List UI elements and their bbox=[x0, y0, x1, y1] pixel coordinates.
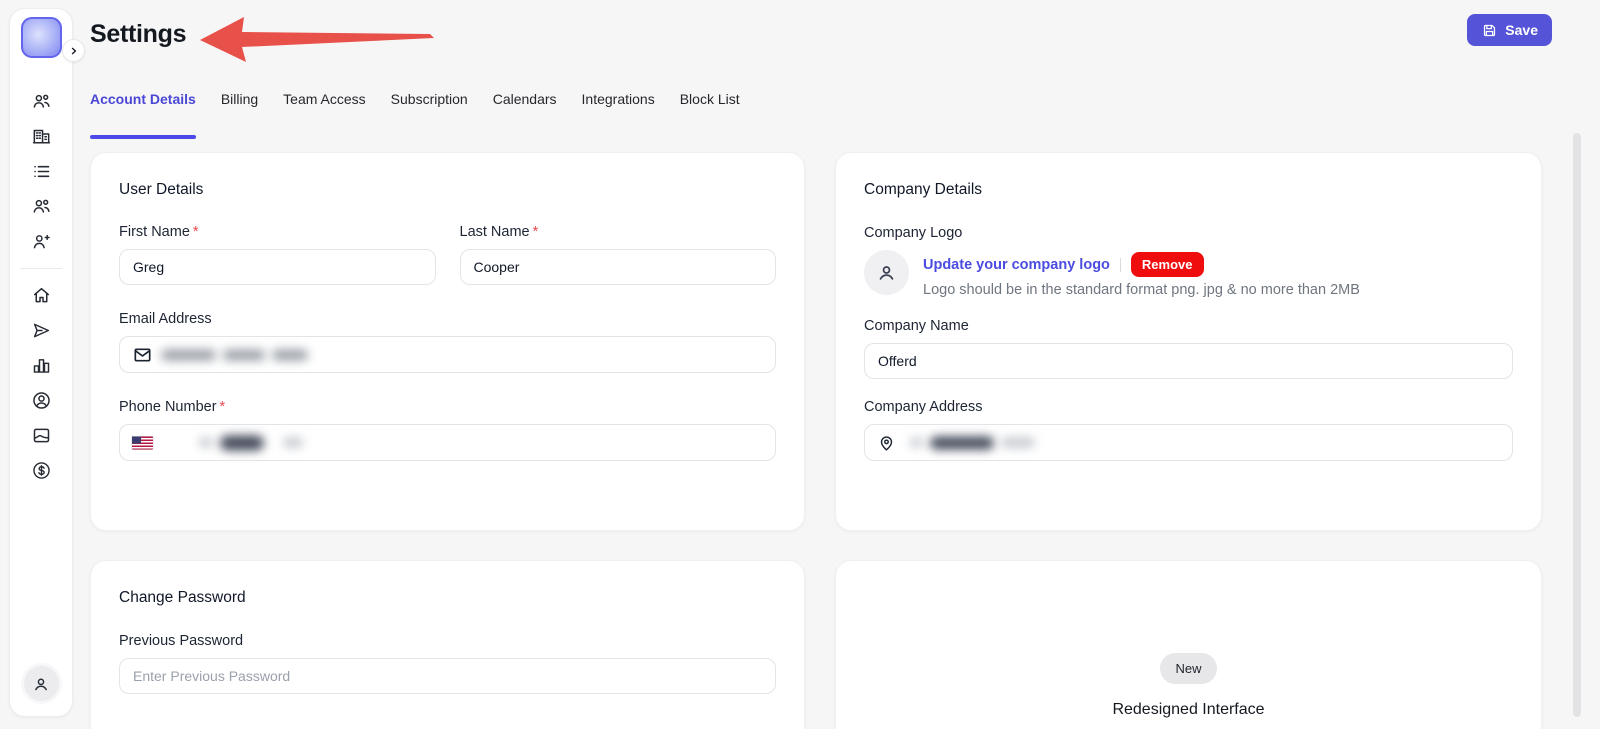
phone-label: Phone Number* bbox=[119, 399, 776, 415]
first-name-label: First Name* bbox=[119, 224, 436, 240]
update-company-logo-link[interactable]: Update your company logo bbox=[923, 257, 1110, 273]
app-logo[interactable] bbox=[21, 17, 62, 58]
sidebar-item-home[interactable] bbox=[10, 278, 72, 313]
company-details-card: Company Details Company Logo Update your… bbox=[835, 152, 1542, 531]
home-icon bbox=[31, 285, 52, 306]
sidebar-item-company[interactable] bbox=[10, 119, 72, 154]
sidebar-item-account[interactable] bbox=[10, 383, 72, 418]
announcement-card: New Redesigned Interface bbox=[835, 560, 1542, 729]
sidebar-item-send[interactable] bbox=[10, 313, 72, 348]
settings-tabs: Account Details Billing Team Access Subs… bbox=[90, 91, 740, 121]
tab-subscription[interactable]: Subscription bbox=[391, 91, 468, 121]
company-name-input[interactable] bbox=[864, 343, 1513, 379]
sidebar bbox=[9, 8, 73, 717]
last-name-label: Last Name* bbox=[460, 224, 777, 240]
company-logo-placeholder bbox=[864, 250, 909, 295]
user-avatar[interactable] bbox=[24, 666, 59, 701]
account-icon bbox=[31, 390, 52, 411]
logo-hint-text: Logo should be in the standard format pn… bbox=[923, 282, 1360, 298]
location-pin-icon bbox=[877, 433, 896, 452]
sidebar-item-add-person[interactable] bbox=[10, 224, 72, 259]
team-icon bbox=[31, 196, 52, 217]
last-name-input[interactable] bbox=[460, 249, 777, 285]
page-title: Settings bbox=[90, 20, 186, 49]
previous-password-label: Previous Password bbox=[119, 633, 776, 649]
company-details-title: Company Details bbox=[864, 181, 1513, 199]
save-button[interactable]: Save bbox=[1467, 14, 1552, 46]
contacts-icon bbox=[31, 91, 52, 112]
tab-block-list[interactable]: Block List bbox=[680, 91, 740, 121]
company-logo-row: Update your company logo Remove Logo sho… bbox=[864, 250, 1513, 298]
send-icon bbox=[31, 320, 52, 341]
save-button-label: Save bbox=[1505, 22, 1538, 38]
add-person-icon bbox=[31, 231, 52, 252]
company-address-field[interactable] bbox=[864, 424, 1513, 461]
sidebar-item-analytics[interactable] bbox=[10, 348, 72, 383]
person-icon bbox=[875, 261, 898, 284]
us-flag-icon bbox=[132, 436, 153, 449]
billing-icon bbox=[31, 460, 52, 481]
redacted-phone-value bbox=[199, 435, 303, 450]
sidebar-item-team[interactable] bbox=[10, 189, 72, 224]
tab-billing[interactable]: Billing bbox=[221, 91, 258, 121]
change-password-title: Change Password bbox=[119, 589, 776, 607]
new-badge: New bbox=[1160, 653, 1216, 684]
chart-icon bbox=[31, 355, 52, 376]
vertical-divider bbox=[1120, 258, 1121, 272]
person-icon bbox=[31, 674, 51, 694]
company-name-label: Company Name bbox=[864, 318, 1513, 334]
tab-calendars[interactable]: Calendars bbox=[493, 91, 557, 121]
tab-account-details[interactable]: Account Details bbox=[90, 91, 196, 121]
email-field[interactable] bbox=[119, 336, 776, 373]
tab-team-access[interactable]: Team Access bbox=[283, 91, 365, 121]
user-details-title: User Details bbox=[119, 181, 776, 199]
redacted-address-value bbox=[910, 436, 1035, 449]
required-mark: * bbox=[533, 224, 539, 240]
sidebar-item-list[interactable] bbox=[10, 154, 72, 189]
previous-password-input[interactable] bbox=[119, 658, 776, 694]
image-icon bbox=[31, 425, 52, 446]
mail-icon bbox=[132, 344, 153, 365]
sidebar-item-media[interactable] bbox=[10, 418, 72, 453]
change-password-card: Change Password Previous Password bbox=[90, 560, 805, 729]
company-icon bbox=[31, 126, 52, 147]
chevron-right-icon bbox=[67, 44, 81, 58]
company-address-label: Company Address bbox=[864, 399, 1513, 415]
annotation-arrow-icon bbox=[198, 12, 434, 64]
sidebar-item-billing[interactable] bbox=[10, 453, 72, 488]
first-name-input[interactable] bbox=[119, 249, 436, 285]
company-logo-label: Company Logo bbox=[864, 225, 1513, 241]
user-details-card: User Details First Name* Last Name* Emai… bbox=[90, 152, 805, 531]
sidebar-divider bbox=[20, 268, 62, 269]
required-mark: * bbox=[193, 224, 199, 240]
phone-field[interactable] bbox=[119, 424, 776, 461]
sidebar-nav bbox=[10, 84, 72, 488]
announcement-title: Redesigned Interface bbox=[864, 701, 1513, 719]
remove-logo-button[interactable]: Remove bbox=[1131, 252, 1204, 277]
list-icon bbox=[31, 161, 52, 182]
sidebar-item-contacts[interactable] bbox=[10, 84, 72, 119]
required-mark: * bbox=[220, 399, 226, 415]
email-label: Email Address bbox=[119, 311, 776, 327]
tab-integrations[interactable]: Integrations bbox=[582, 91, 655, 121]
sidebar-expand-button[interactable] bbox=[62, 39, 85, 62]
vertical-scrollbar[interactable] bbox=[1573, 133, 1581, 717]
save-icon bbox=[1481, 22, 1498, 39]
redacted-email-value bbox=[161, 349, 308, 360]
